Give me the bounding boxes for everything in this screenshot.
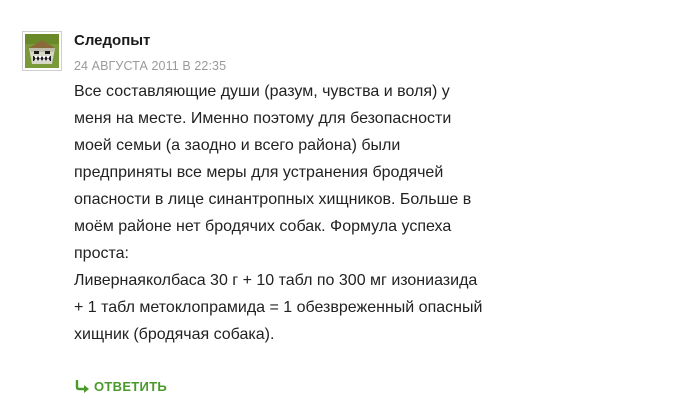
comment-author[interactable]: Следопыт [74, 31, 150, 51]
reply-label: ОТВЕТИТЬ [94, 379, 168, 394]
comment-date-link[interactable]: 24 АВГУСТА 2011 В 22:35 [74, 57, 226, 75]
comment-body: Все составляющие души (разум, чувства и … [74, 78, 544, 348]
comment: Следопыт 24 АВГУСТА 2011 В 22:35 Все сос… [0, 0, 675, 405]
reply-arrow-icon [75, 380, 89, 393]
reply-button[interactable]: ОТВЕТИТЬ [74, 378, 167, 396]
monster-avatar-icon [25, 34, 59, 68]
avatar[interactable] [22, 31, 62, 71]
comment-text: Все составляющие души (разум, чувства и … [74, 83, 483, 343]
